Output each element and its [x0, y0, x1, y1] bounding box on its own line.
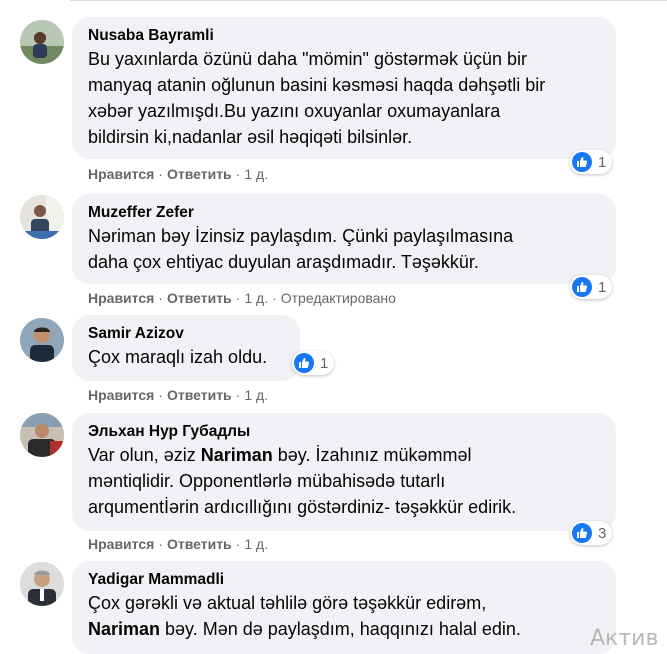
comment-text-line: manyaq atanin oğlunun basini kəsməsi haq… — [88, 75, 546, 95]
comment-text-line: Çox gərəkli və aktual təhlilə görə təşək… — [88, 593, 487, 613]
separator-dot: · — [158, 387, 163, 403]
like-button[interactable]: Нравится — [88, 387, 154, 403]
comment-text-line: Nəriman bəy İzinsiz paylaşdım. Çünki pay… — [88, 226, 514, 246]
comment-bubble: Эльхан Нур Губадлы Var olun, əziz Narima… — [72, 413, 616, 531]
separator-dot: · — [158, 536, 163, 552]
reply-button[interactable]: Ответить — [167, 536, 232, 552]
comment-author[interactable]: Yadigar Mammadli — [88, 570, 602, 590]
comment-text-segment: Var olun, əziz — [88, 445, 201, 465]
comment-text-segment: bəy. İzahınız mükəmməl — [272, 445, 472, 465]
reaction-count: 1 — [598, 153, 607, 171]
like-button[interactable]: Нравится — [88, 536, 154, 552]
separator-dot: · — [235, 290, 241, 306]
comment-actions: Нравится · Ответить · 1 д. — [88, 387, 268, 403]
like-icon — [572, 152, 592, 172]
like-icon — [572, 277, 592, 297]
comment-author[interactable]: Muzeffer Zefer — [88, 203, 602, 223]
comment-actions: Нравится · Ответить · 1 д. — [88, 166, 268, 182]
reaction-count: 3 — [598, 524, 607, 542]
comment-bubble: Muzeffer Zefer Nəriman bəy İzinsiz payla… — [72, 194, 616, 284]
avatar[interactable] — [20, 413, 64, 457]
comment-text-line: məntiqlidir. Opponentlərlə mübahisədə tu… — [88, 471, 446, 491]
comment-text-line: Var olun, əziz Nariman bəy. İzahınız mük… — [88, 442, 602, 468]
activation-watermark: Актив — [590, 626, 659, 651]
reaction-badge[interactable]: 3 — [570, 521, 613, 545]
reaction-badge[interactable]: 1 — [292, 351, 335, 375]
comment-timestamp[interactable]: 1 д. — [244, 166, 268, 182]
comment-timestamp[interactable]: 1 д. — [244, 536, 268, 552]
separator-dot: · — [272, 290, 277, 306]
comment-text-line: Bu yaxınlarda özünü daha "mömin" göstərm… — [88, 49, 528, 69]
avatar[interactable] — [20, 562, 64, 606]
separator-dot: · — [235, 387, 241, 403]
comment-text-line: Çox maraqlı izah oldu. — [88, 347, 268, 367]
reaction-count: 1 — [320, 354, 329, 372]
comment-author[interactable]: Nusaba Bayramli — [88, 26, 602, 46]
separator-dot: · — [235, 166, 241, 182]
reply-button[interactable]: Ответить — [167, 166, 232, 182]
comment-text-line: daha çox ehtiyac duyulan araşdımadır. Tə… — [88, 252, 479, 272]
like-button[interactable]: Нравится — [88, 290, 154, 306]
separator-dot: · — [158, 290, 163, 306]
reaction-badge[interactable]: 1 — [570, 275, 613, 299]
reply-button[interactable]: Ответить — [167, 387, 232, 403]
like-button[interactable]: Нравится — [88, 166, 154, 182]
top-divider — [70, 0, 667, 1]
comment-author[interactable]: Samir Azizov — [88, 324, 286, 344]
reply-button[interactable]: Ответить — [167, 290, 232, 306]
reaction-count: 1 — [598, 278, 607, 296]
comment-text-segment: bəy. Mən də paylaşdım, haqqınızı halal e… — [160, 619, 521, 639]
comment-text-line: xəbər yazılmışdı.Bu yazını oxuyanlar oxu… — [88, 101, 501, 121]
comment-text-line: bildirsin ki,nadanlar əsil həqiqəti bils… — [88, 127, 413, 147]
comment-actions: Нравится · Ответить · 1 д. — [88, 536, 268, 552]
like-icon — [572, 523, 592, 543]
comment-text-line: Nariman bəy. Mən də paylaşdım, haqqınızı… — [88, 616, 602, 642]
comment-author[interactable]: Эльхан Нур Губадлы — [88, 422, 602, 442]
comment-timestamp[interactable]: 1 д. — [244, 387, 268, 403]
mentioned-name[interactable]: Nariman — [88, 619, 160, 639]
avatar[interactable] — [20, 20, 64, 64]
mentioned-name[interactable]: Nariman — [201, 445, 273, 465]
reaction-badge[interactable]: 1 — [570, 150, 613, 174]
edited-label[interactable]: Отредактировано — [281, 290, 396, 306]
like-icon — [294, 353, 314, 373]
avatar[interactable] — [20, 318, 64, 362]
comment-bubble: Yadigar Mammadli Çox gərəkli və aktual t… — [72, 561, 616, 654]
avatar[interactable] — [20, 195, 64, 239]
comment-actions: Нравится · Ответить · 1 д. · Отредактировано — [88, 290, 396, 306]
comment-text-line: arqumentİərin ardıcıllığını göstərdiniz-… — [88, 497, 517, 517]
separator-dot: · — [235, 536, 241, 552]
comment-bubble: Nusaba Bayramli Bu yaxınlarda özünü daha… — [72, 17, 616, 159]
separator-dot: · — [158, 166, 163, 182]
comment-bubble: Samir Azizov Çox maraqlı izah oldu. — [72, 315, 300, 381]
comment-timestamp[interactable]: 1 д. — [244, 290, 268, 306]
